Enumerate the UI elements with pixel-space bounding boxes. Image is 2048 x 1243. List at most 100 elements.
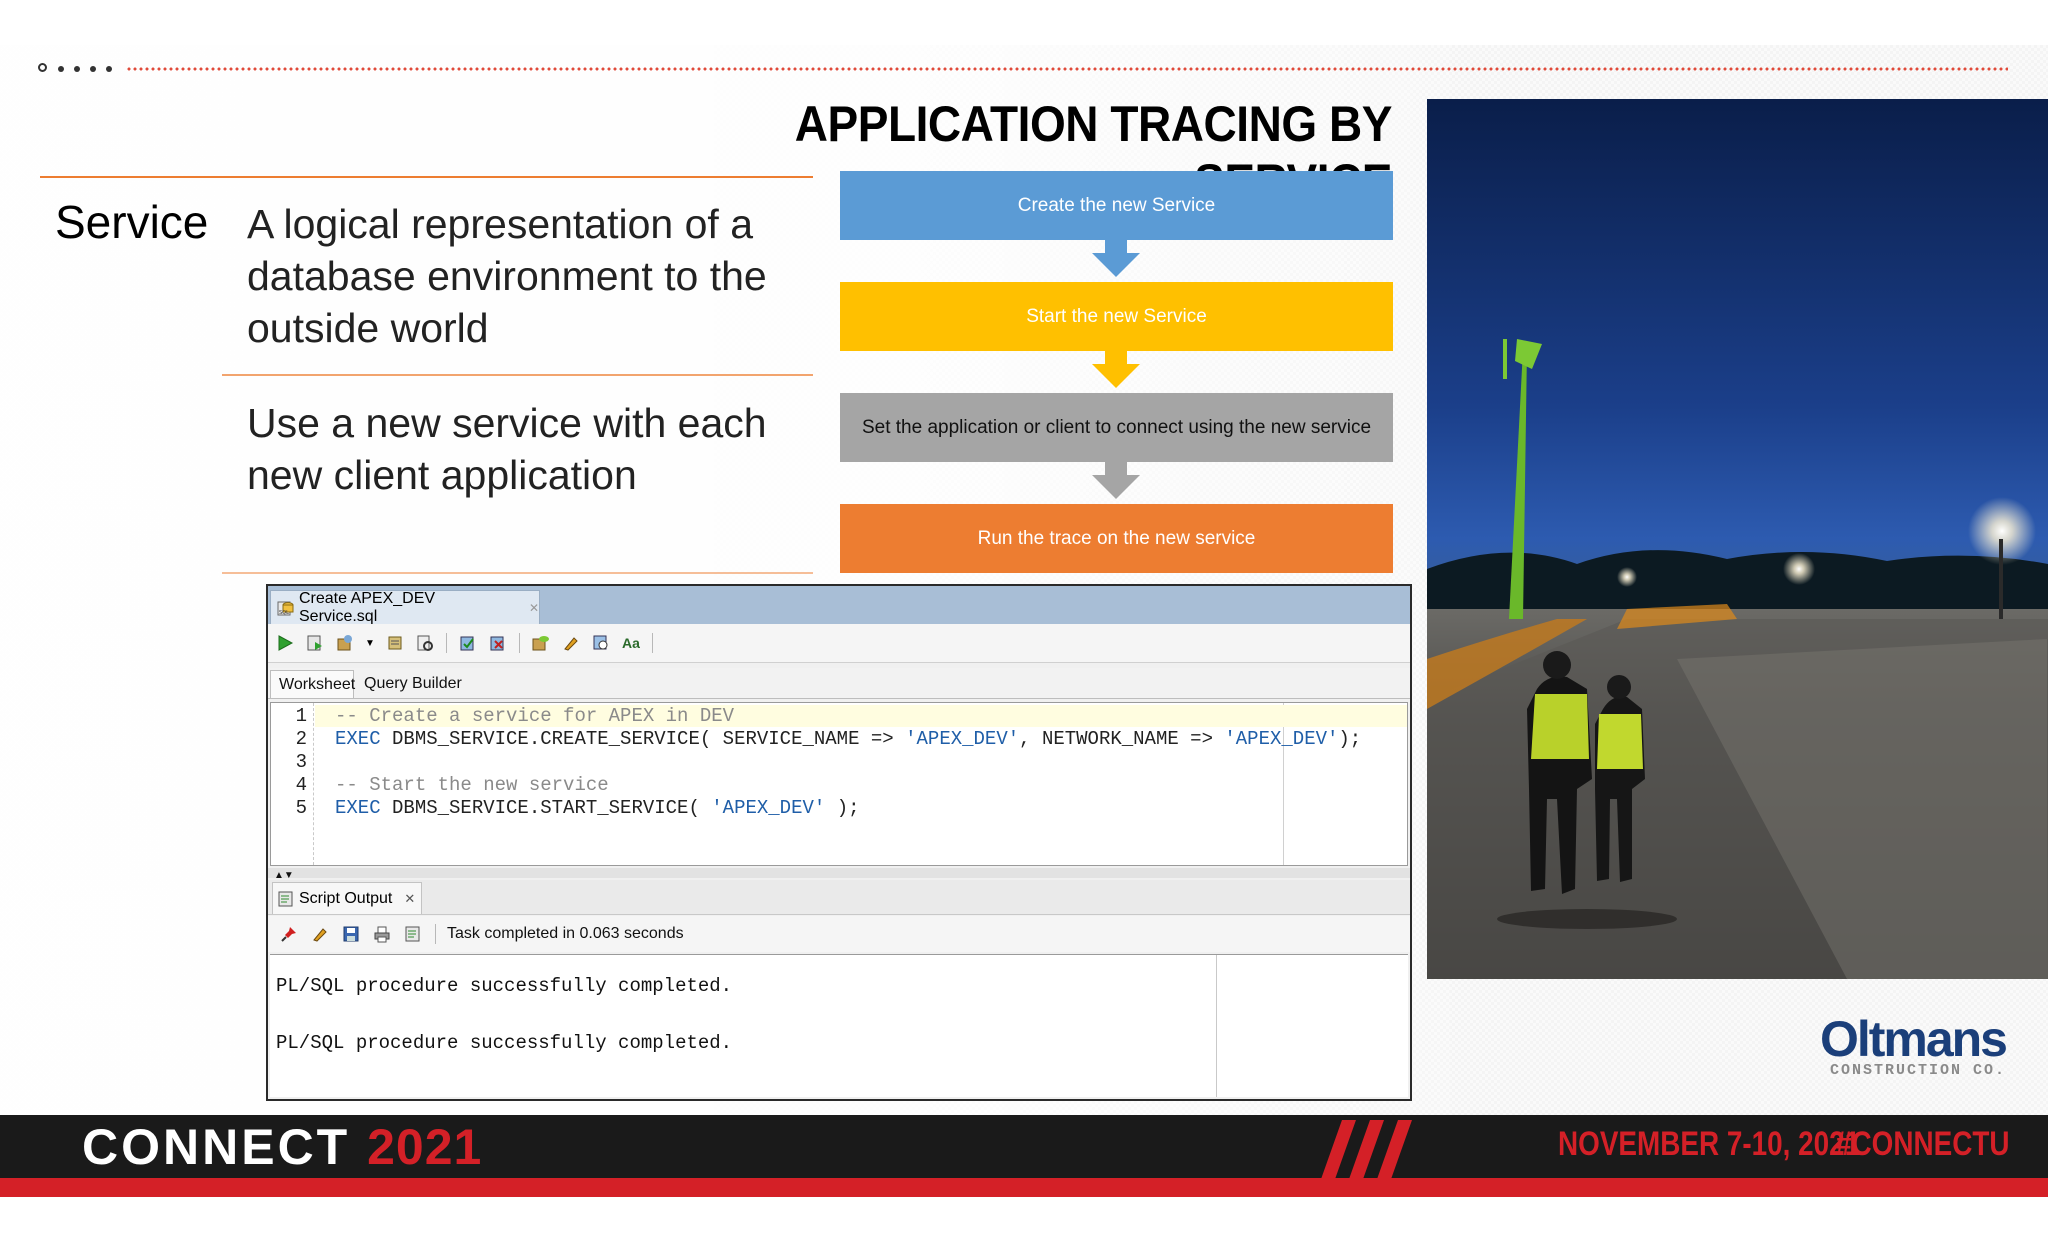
slash-marks-icon	[1320, 1120, 1412, 1182]
logo-tagline: CONSTRUCTION CO.	[1829, 1062, 2006, 1079]
sql-history-icon[interactable]	[590, 632, 612, 654]
dot-icon	[74, 66, 80, 72]
line-number: 3	[295, 751, 307, 773]
unshared-sql-worksheet-icon[interactable]	[530, 632, 552, 654]
event-dates: NOVEMBER 7-10, 2021	[1558, 1125, 1861, 1163]
clear-icon[interactable]	[560, 632, 582, 654]
output-line: PL/SQL procedure successfully completed.	[276, 1032, 733, 1054]
right-margin-line	[1216, 955, 1217, 1097]
term-label: Service	[55, 196, 209, 248]
code-text: );	[1338, 728, 1362, 750]
usage-note: Use a new service with each new client a…	[247, 400, 767, 498]
footer-red-stripe	[0, 1178, 2048, 1197]
logo-wordmark: Oltmans	[1819, 1011, 2008, 1067]
toolbar-separator	[519, 633, 520, 653]
line-number: 1	[295, 705, 307, 727]
construction-site-photo	[1427, 99, 2048, 979]
run-statement-icon[interactable]	[274, 632, 296, 654]
code-line: EXEC DBMS_SERVICE.CREATE_SERVICE( SERVIC…	[335, 728, 1361, 750]
code-string: 'APEX_DEV'	[905, 728, 1020, 750]
pin-icon[interactable]	[278, 923, 300, 945]
run-script-icon[interactable]	[304, 632, 326, 654]
down-arrow-icon	[1092, 253, 1140, 277]
line-number: 5	[295, 797, 307, 819]
editor-toolbar: ▼ Aa	[268, 624, 1410, 663]
flow-step-connect: Set the application or client to connect…	[840, 393, 1393, 462]
code-string: 'APEX_DEV'	[1224, 728, 1339, 750]
output-toolbar: Task completed in 0.063 seconds	[268, 916, 1410, 952]
collapse-arrows-icon[interactable]: ▲▼	[274, 871, 294, 881]
code-text: DBMS_SERVICE.START_SERVICE(	[380, 797, 712, 819]
close-tab-icon[interactable]: ✕	[529, 601, 539, 615]
format-case-icon[interactable]: Aa	[620, 632, 642, 654]
code-line: -- Start the new service	[335, 774, 609, 796]
editor-tab-bar: SQL Create APEX_DEV Service.sql ✕	[268, 586, 1410, 625]
flow-step-create: Create the new Service	[840, 171, 1393, 240]
tab-create-apex-dev-service[interactable]: SQL Create APEX_DEV Service.sql ✕	[270, 589, 540, 625]
top-dotted-rule	[38, 62, 2008, 78]
worksheet-subtabs: Worksheet Query Builder	[268, 668, 1410, 699]
code-text: , NETWORK_NAME =>	[1019, 728, 1225, 750]
red-dotted-line	[126, 67, 2008, 71]
code-line: EXEC DBMS_SERVICE.START_SERVICE( 'APEX_D…	[335, 797, 860, 819]
code-comment: -- Create a service for APEX in DEV	[335, 705, 735, 727]
code-text: );	[825, 797, 860, 819]
script-output-icon	[277, 890, 295, 908]
down-arrow-icon	[1092, 364, 1140, 388]
output-line: PL/SQL procedure successfully completed.	[276, 975, 733, 997]
line-number-gutter: 1 2 3 4 5	[271, 703, 314, 865]
code-text: DBMS_SERVICE.CREATE_SERVICE( SERVICE_NAM…	[380, 728, 906, 750]
toolbar-separator	[435, 924, 436, 944]
open-output-icon[interactable]	[402, 923, 424, 945]
code-keyword: EXEC	[335, 728, 381, 750]
dot-icon	[58, 66, 64, 72]
autotrace-icon[interactable]	[334, 632, 356, 654]
tab-query-builder[interactable]: Query Builder	[356, 670, 470, 698]
save-icon[interactable]	[340, 923, 362, 945]
brand-year: 2021	[367, 1119, 483, 1175]
sql-developer-window: SQL Create APEX_DEV Service.sql ✕ ▼ Aa W…	[266, 584, 1412, 1101]
down-arrow-icon	[1092, 475, 1140, 499]
line-number: 4	[295, 774, 307, 796]
commit-icon[interactable]	[457, 632, 479, 654]
tab-worksheet[interactable]: Worksheet	[270, 670, 355, 698]
clear-output-icon[interactable]	[309, 923, 331, 945]
explain-plan-icon[interactable]	[384, 632, 406, 654]
code-comment: -- Start the new service	[335, 774, 609, 796]
pane-splitter[interactable]	[268, 868, 1410, 878]
close-tab-icon[interactable]: ✕	[404, 891, 415, 907]
sql-file-icon: SQL	[277, 599, 295, 617]
oltmans-logo: Oltmans CONSTRUCTION CO.	[1806, 1010, 2008, 1079]
svg-text:SQL: SQL	[279, 610, 289, 616]
divider	[40, 176, 813, 178]
output-tab-label: Script Output	[299, 889, 393, 907]
divider	[222, 374, 813, 376]
flow-step-start: Start the new Service	[840, 282, 1393, 351]
flow-step-trace: Run the trace on the new service	[840, 504, 1393, 573]
chevron-down-icon[interactable]: ▼	[364, 632, 376, 654]
code-keyword: EXEC	[335, 797, 381, 819]
divider	[222, 572, 813, 574]
line-number: 2	[295, 728, 307, 750]
dot-icon	[106, 66, 112, 72]
dot-icon	[90, 66, 96, 72]
ring-dot-icon	[38, 63, 47, 72]
term-definition: A logical representation of a database e…	[247, 201, 767, 351]
code-line: -- Create a service for APEX in DEV	[315, 705, 1407, 727]
toolbar-separator	[446, 633, 447, 653]
toolbar-separator	[652, 633, 653, 653]
brand-name: CONNECT	[82, 1119, 351, 1175]
code-string: 'APEX_DEV'	[711, 797, 826, 819]
tab-script-output[interactable]: Script Output ✕	[272, 882, 422, 914]
task-status: Task completed in 0.063 seconds	[447, 925, 684, 942]
connect-wordmark: CONNECT 2021	[82, 1118, 482, 1176]
sql-tuning-icon[interactable]	[414, 632, 436, 654]
output-tab-bar: Script Output ✕	[268, 880, 1410, 915]
sql-editor[interactable]: 1 2 3 4 5 -- Create a service for APEX i…	[270, 702, 1408, 866]
event-hashtag: #CONNECTU	[1836, 1125, 2010, 1163]
file-tab-label: Create APEX_DEV Service.sql	[299, 589, 436, 625]
slide: APPLICATION TRACING BY SERVICE Service A…	[0, 0, 2048, 1243]
script-output-pane[interactable]: PL/SQL procedure successfully completed.…	[270, 954, 1408, 1097]
print-icon[interactable]	[371, 923, 393, 945]
rollback-icon[interactable]	[487, 632, 509, 654]
